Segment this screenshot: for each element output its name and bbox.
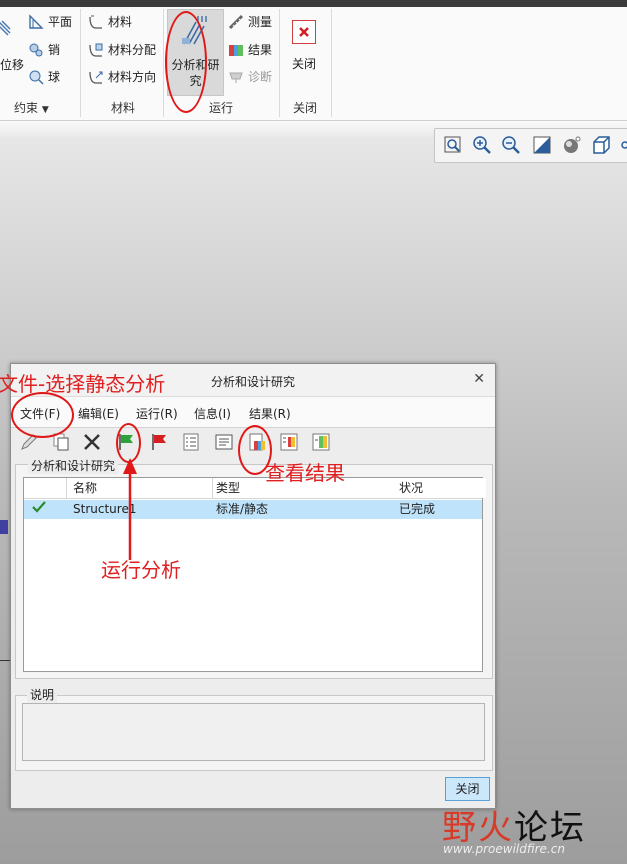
zoom-fit-icon[interactable] xyxy=(443,135,463,155)
menu-edit[interactable]: 编辑(E) xyxy=(78,405,119,422)
status-log-icon[interactable] xyxy=(214,432,234,452)
description-textarea[interactable] xyxy=(22,703,485,761)
dialog-menubar: 文件(F) 编辑(E) 运行(R) 信息(I) 结果(R) xyxy=(11,396,495,428)
model-edge-line xyxy=(0,660,10,661)
ribbon: 位移 平面 销 球 约束 ▼ 材料 材料分配 材料方向 材料 分析和研 究 测量… xyxy=(0,7,627,121)
material-label: 材料 xyxy=(108,15,133,29)
results-window-icon-2[interactable] xyxy=(311,432,331,452)
group-divider xyxy=(279,9,280,117)
pin-icon xyxy=(28,42,44,58)
model-edge-mark xyxy=(0,520,8,534)
annotation-circle-file-menu xyxy=(11,392,74,438)
annotation-circle-analysis xyxy=(165,11,207,113)
annotation-arrow xyxy=(123,458,137,560)
plane-icon xyxy=(28,13,44,30)
close-red-x-icon xyxy=(292,20,316,44)
run-group-label: 运行 xyxy=(209,101,234,115)
ball-button[interactable]: 球 xyxy=(28,68,60,85)
material-orientation-icon xyxy=(88,69,104,85)
saved-views-icon[interactable] xyxy=(591,135,611,155)
menu-results[interactable]: 结果(R) xyxy=(249,405,291,422)
results-label: 结果 xyxy=(248,43,273,57)
studies-group-legend: 分析和设计研究 xyxy=(28,457,119,474)
study-status-cell: 已完成 xyxy=(399,502,436,516)
menu-info[interactable]: 信息(I) xyxy=(194,405,231,422)
column-header-status[interactable]: 状况 xyxy=(395,478,486,498)
annotation-results-hint: 查看结果 xyxy=(265,461,345,485)
group-divider xyxy=(331,9,332,117)
plane-label: 平面 xyxy=(48,15,73,29)
results-window-icon[interactable] xyxy=(279,432,299,452)
constraints-group-label[interactable]: 约束 ▼ xyxy=(14,99,49,116)
results-button[interactable]: 结果 xyxy=(228,41,272,58)
zoom-out-icon[interactable] xyxy=(501,135,521,155)
material-assignment-icon xyxy=(88,42,104,58)
menu-run[interactable]: 运行(R) xyxy=(136,405,178,422)
measure-icon xyxy=(228,14,244,30)
material-icon xyxy=(88,14,104,30)
view-toolbar xyxy=(434,128,627,163)
studies-table: 名称 类型 状况 Structure1 标准/静态 已完成 xyxy=(23,477,486,672)
header-divider xyxy=(24,498,482,499)
material-assignment-button[interactable]: 材料分配 xyxy=(88,41,156,58)
ball-icon xyxy=(28,69,44,85)
results-icon xyxy=(228,42,244,58)
dialog-close-button[interactable]: 关闭 xyxy=(445,777,490,801)
zoom-in-icon[interactable] xyxy=(472,135,492,155)
pin-label: 销 xyxy=(48,43,61,57)
close-ribbon-button[interactable]: 关闭 xyxy=(289,20,319,90)
pin-button[interactable]: 销 xyxy=(28,41,60,58)
measure-button[interactable]: 测量 xyxy=(228,13,272,30)
description-group-legend: 说明 xyxy=(27,686,58,703)
displacement-label: 位移 xyxy=(0,58,25,72)
watermark-url: www.proewildfire.cn xyxy=(443,842,565,856)
table-header-check xyxy=(24,478,67,498)
group-divider xyxy=(80,9,81,117)
close-group-label: 关闭 xyxy=(293,101,318,115)
diagnose-button[interactable]: 诊断 xyxy=(228,68,272,85)
displacement-button[interactable]: 位移 xyxy=(0,56,24,73)
annotation-circle-results xyxy=(238,425,272,475)
annotation-file-hint: 文件-选择静态分析 xyxy=(0,372,166,396)
material-orientation-button[interactable]: 材料方向 xyxy=(88,68,156,85)
close-icon[interactable]: ✕ xyxy=(473,371,485,387)
refit-icon[interactable] xyxy=(532,135,552,155)
stop-red-flag-icon[interactable] xyxy=(149,432,169,452)
diagnose-icon xyxy=(228,69,244,85)
check-icon xyxy=(32,500,46,518)
close-ribbon-label: 关闭 xyxy=(292,57,317,71)
ball-label: 球 xyxy=(48,70,61,84)
checklist-icon[interactable] xyxy=(181,432,201,452)
group-divider xyxy=(163,9,164,117)
table-row[interactable]: Structure1 标准/静态 已完成 xyxy=(24,500,482,519)
diagnose-label: 诊断 xyxy=(248,70,273,84)
constraints-group-text: 约束 xyxy=(14,101,39,115)
plane-button[interactable]: 平面 xyxy=(28,13,72,30)
displacement-icon xyxy=(0,19,12,39)
display-style-icon[interactable] xyxy=(561,135,581,155)
material-assignment-label: 材料分配 xyxy=(108,43,157,57)
window-top-bar xyxy=(0,0,627,7)
delete-icon[interactable] xyxy=(82,432,102,452)
material-button[interactable]: 材料 xyxy=(88,13,132,30)
measure-label: 测量 xyxy=(248,15,273,29)
dropdown-arrow-icon: ▼ xyxy=(41,105,49,115)
material-orientation-label: 材料方向 xyxy=(108,70,157,84)
more-views-icon[interactable] xyxy=(621,135,627,155)
materials-group-label: 材料 xyxy=(111,101,136,115)
study-type-cell: 标准/静态 xyxy=(216,502,269,516)
